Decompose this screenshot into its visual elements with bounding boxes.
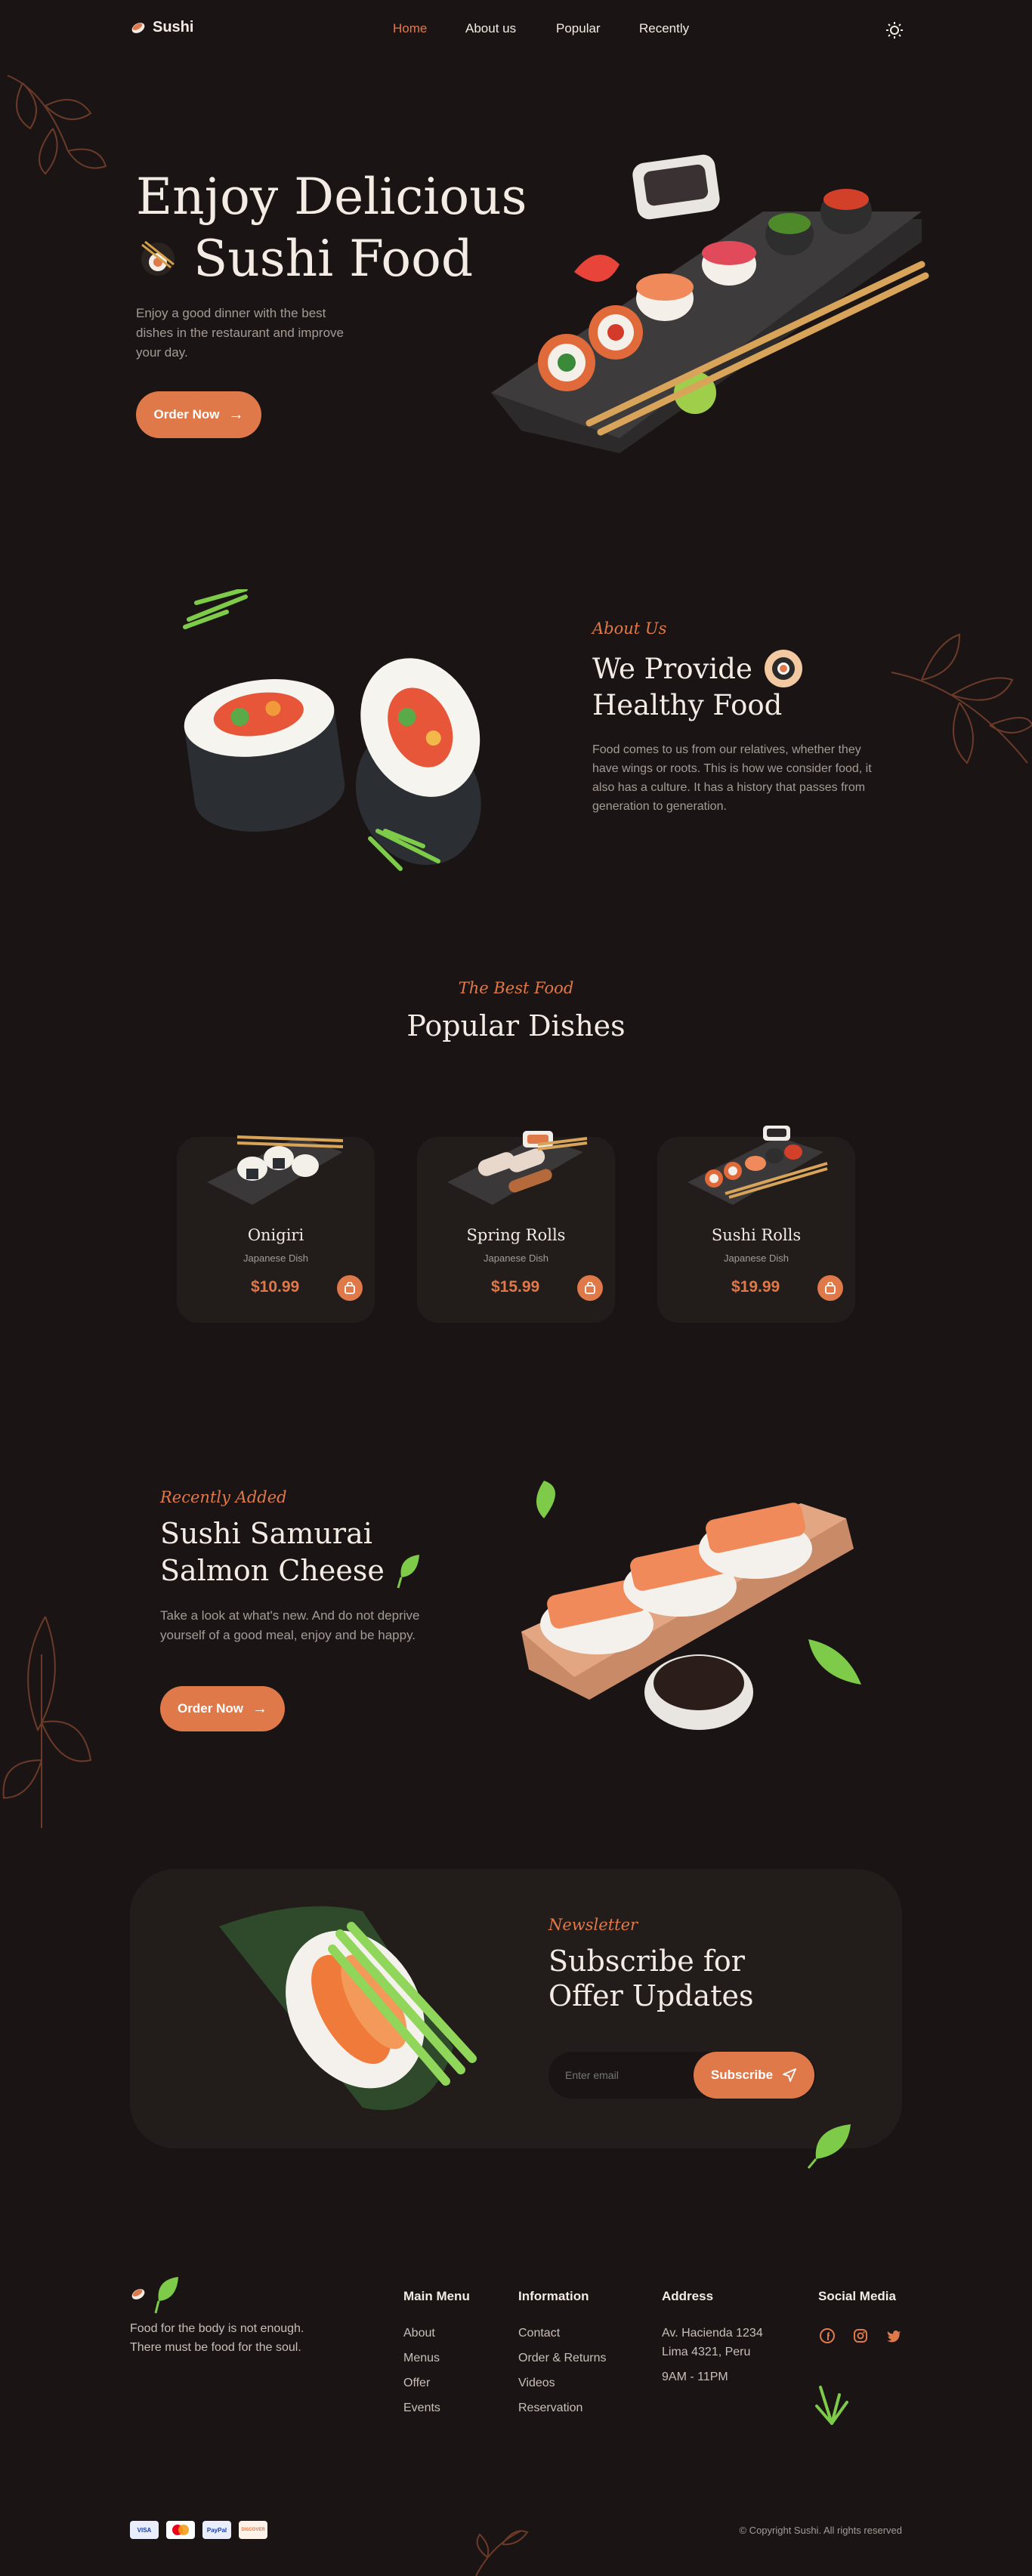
hero-description: Enjoy a good dinner with the best dishes…	[136, 306, 344, 360]
about-title-line1: We Provide	[592, 652, 752, 685]
about-description: Food comes to us from our relatives, whe…	[592, 743, 872, 813]
brand-name: Sushi	[153, 19, 194, 36]
hero-title-line1: Enjoy Delicious	[136, 168, 527, 226]
nav-popular[interactable]: Popular	[556, 21, 601, 36]
subscribe-label: Subscribe	[710, 2068, 774, 2082]
dish-subtitle: Japanese Dish	[243, 1252, 308, 1264]
footer-link-menus[interactable]: Menus	[403, 2352, 440, 2365]
nav-recently[interactable]: Recently	[639, 21, 689, 36]
footer-address-line1: Av. Hacienda 1234	[662, 2327, 763, 2340]
about-title-line2: Healthy Food	[592, 689, 783, 721]
send-icon	[783, 2068, 796, 2082]
recent-title-line2: Salmon Cheese	[160, 1552, 422, 1589]
footer-address-title: Address	[662, 2289, 714, 2303]
facebook-icon[interactable]	[820, 2328, 835, 2343]
dish-subtitle: Japanese Dish	[724, 1252, 789, 1264]
dish-price: $15.99	[491, 1278, 540, 1296]
dish-card-spring-rolls[interactable]: Spring Rolls Japanese Dish $15.99	[417, 1131, 615, 1323]
popular-kicker: The Best Food	[458, 979, 574, 997]
spring-rolls-plate-image	[447, 1131, 588, 1205]
about-title: We Provide Healthy Food	[592, 650, 802, 721]
subscribe-button[interactable]: Subscribe	[694, 2052, 814, 2099]
footer-main-menu-title: Main Menu	[403, 2289, 470, 2303]
recent-title-line1: Sushi Samurai	[160, 1517, 372, 1550]
footer-link-offer[interactable]: Offer	[403, 2377, 430, 2390]
leaf-decoration-footer	[815, 2386, 848, 2425]
footer-link-events[interactable]: Events	[403, 2401, 440, 2415]
recent-description: Take a look at what's new. And do not de…	[160, 1608, 420, 1642]
recent-order-now-button[interactable]: Order Now →	[160, 1686, 285, 1731]
recent-order-now-label: Order Now	[178, 1701, 243, 1716]
newsletter-title-line1: Subscribe for	[548, 1944, 745, 1978]
about-sushi-rolls-image	[183, 589, 481, 871]
sushi-logo-icon	[131, 22, 145, 33]
leaf-decoration-right	[891, 633, 1032, 764]
newsletter-title-line2: Offer Updates	[548, 1979, 754, 2012]
footer-link-about[interactable]: About	[403, 2327, 435, 2340]
nav-home[interactable]: Home	[393, 21, 427, 36]
salmon-sushi-board-image	[521, 1481, 861, 1730]
dish-name: Onigiri	[247, 1226, 304, 1244]
dish-name: Spring Rolls	[466, 1226, 566, 1244]
leaf-decoration-newsletter	[807, 2124, 851, 2169]
sushi-logo-icon	[131, 2289, 145, 2300]
footer-information-title: Information	[518, 2289, 589, 2303]
leaf-decoration-bottom	[475, 2530, 529, 2576]
sushi-rolls-plate-image	[687, 1126, 828, 1205]
sushi-chopsticks-icon	[141, 240, 175, 276]
dish-price: $19.99	[731, 1278, 780, 1296]
footer-link-order-returns[interactable]: Order & Returns	[518, 2352, 606, 2365]
add-to-cart-bag-icon[interactable]	[817, 1275, 843, 1301]
footer-tagline: Food for the body is not enough. There m…	[130, 2322, 304, 2354]
dish-subtitle: Japanese Dish	[484, 1252, 548, 1264]
temaki-hand-roll-image	[219, 1906, 477, 2111]
newsletter-form: Subscribe	[548, 2052, 816, 2099]
paypal-payment-icon: PayPal	[202, 2521, 231, 2539]
mastercard-payment-icon	[166, 2521, 195, 2539]
recent-title-text: Salmon Cheese	[160, 1554, 385, 1587]
add-to-cart-bag-icon[interactable]	[337, 1275, 363, 1301]
leaf-icon	[154, 2277, 178, 2314]
footer-address-line2: Lima 4321, Peru	[662, 2346, 751, 2358]
email-input[interactable]	[565, 2064, 686, 2086]
theme-toggle-sun-icon[interactable]	[885, 21, 904, 39]
discover-payment-icon: DISCOVER	[239, 2521, 267, 2539]
logo[interactable]: Sushi	[130, 19, 193, 36]
popular-title: Popular Dishes	[406, 1009, 626, 1042]
footer-logo[interactable]	[130, 2274, 181, 2315]
nav-about-us[interactable]: About us	[465, 21, 516, 36]
visa-payment-icon: VISA	[130, 2521, 159, 2539]
hero-order-now-button[interactable]: Order Now →	[136, 391, 261, 438]
arrow-right-icon: →	[228, 406, 244, 423]
sushi-badge-icon	[764, 650, 802, 687]
dish-card-onigiri[interactable]: Onigiri Japanese Dish $10.99	[177, 1135, 375, 1323]
hero-order-now-label: Order Now	[153, 407, 220, 422]
add-to-cart-bag-icon[interactable]	[577, 1275, 603, 1301]
recent-kicker: Recently Added	[160, 1488, 287, 1506]
leaf-icon	[397, 1555, 419, 1589]
leaf-decoration-top-left	[7, 75, 107, 175]
footer-social-title: Social Media	[818, 2289, 896, 2303]
footer-hours: 9AM - 11PM	[662, 2371, 728, 2383]
onigiri-plate-image	[207, 1135, 344, 1205]
hero-title-line2: Sushi Food	[136, 230, 473, 288]
about-kicker: About Us	[592, 619, 667, 638]
newsletter-kicker: Newsletter	[548, 1916, 638, 1934]
hero-title-text: Sushi Food	[193, 230, 474, 288]
dish-card-sushi-rolls[interactable]: Sushi Rolls Japanese Dish $19.99	[657, 1126, 855, 1323]
leaf-decoration-left	[2, 1616, 92, 1828]
footer-link-contact[interactable]: Contact	[518, 2327, 560, 2340]
dish-name: Sushi Rolls	[711, 1226, 802, 1244]
twitter-icon[interactable]	[886, 2328, 901, 2343]
instagram-icon[interactable]	[853, 2328, 868, 2343]
copyright-text: © Copyright Sushi. All rights reserved	[739, 2525, 902, 2536]
arrow-right-icon: →	[252, 1700, 267, 1717]
footer-link-videos[interactable]: Videos	[518, 2377, 555, 2390]
footer-link-reservation[interactable]: Reservation	[518, 2401, 582, 2415]
dish-price: $10.99	[251, 1278, 300, 1296]
hero-sushi-platter-image	[491, 154, 929, 453]
